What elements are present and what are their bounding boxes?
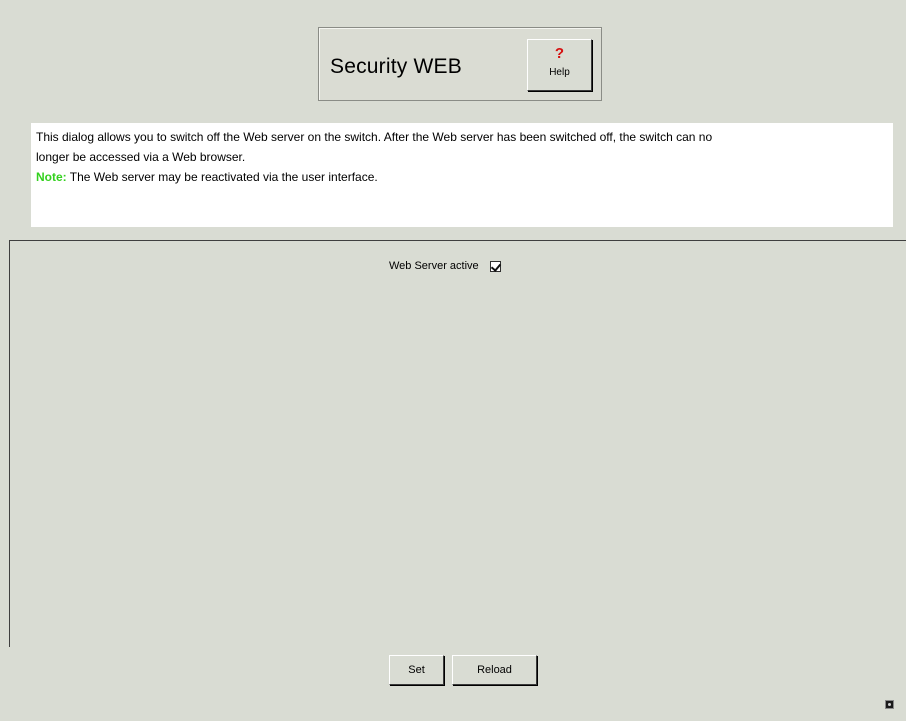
page-title: Security WEB bbox=[330, 55, 462, 78]
applet-status-icon bbox=[885, 700, 894, 709]
reload-button[interactable]: Reload bbox=[452, 655, 537, 685]
description-line-2: longer be accessed via a Web browser. bbox=[36, 150, 246, 164]
set-button[interactable]: Set bbox=[389, 655, 444, 685]
note-text: The Web server may be reactivated via th… bbox=[66, 170, 378, 184]
title-panel: Security WEB ? Help bbox=[318, 27, 602, 101]
description-panel: This dialog allows you to switch off the… bbox=[31, 123, 893, 227]
note-label: Note: bbox=[36, 170, 67, 184]
description-line-1: This dialog allows you to switch off the… bbox=[36, 130, 713, 144]
note-line: Note: The Web server may be reactivated … bbox=[36, 167, 888, 187]
web-server-active-label: Web Server active bbox=[389, 260, 479, 272]
help-question-icon: ? bbox=[554, 45, 565, 62]
help-button-label: Help bbox=[549, 67, 570, 78]
help-button[interactable]: ? Help bbox=[527, 39, 592, 91]
settings-panel: Web Server active bbox=[9, 240, 906, 647]
web-server-active-row: Web Server active bbox=[389, 260, 501, 272]
web-server-active-checkbox[interactable] bbox=[489, 260, 501, 272]
